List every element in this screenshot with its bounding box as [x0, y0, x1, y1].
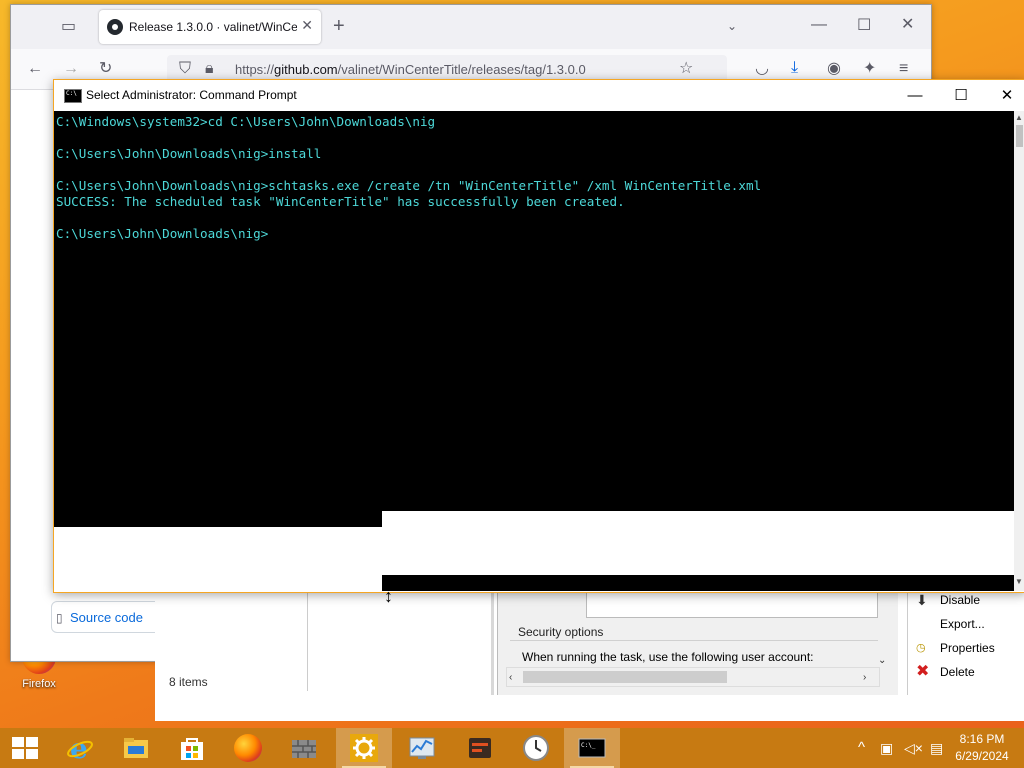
taskbar-app-performance-monitor[interactable] [394, 728, 450, 768]
items-count: 8 items [169, 675, 208, 689]
scroll-down-icon[interactable]: ▼ [1015, 577, 1023, 586]
network-icon[interactable]: ▣ [880, 728, 893, 768]
taskbar-app-store[interactable] [164, 728, 220, 768]
chevron-down-icon[interactable]: ⌄ [727, 18, 737, 34]
scroll-up-icon[interactable]: ▲ [1015, 113, 1023, 122]
console-area[interactable]: C:\Windows\system32>cd C:\Users\John\Dow… [54, 111, 1014, 591]
pocket-icon[interactable]: ◡ [755, 61, 769, 77]
maximize-icon[interactable]: ☐ [857, 18, 871, 34]
action-label: Delete [940, 665, 975, 679]
desktop-icon-label: Firefox [22, 678, 56, 690]
folder-icon [124, 738, 148, 758]
resize-cursor-icon: ↕ [384, 586, 393, 606]
action-export[interactable]: Export... [916, 615, 1024, 637]
close-icon[interactable]: ✕ [901, 17, 914, 33]
close-tab-icon[interactable]: ✕ [301, 17, 313, 34]
properties-icon: ◷ [916, 642, 926, 654]
console-output: C:\Windows\system32>cd C:\Users\John\Dow… [56, 114, 762, 241]
windows-logo-icon [12, 737, 38, 759]
extensions-icon[interactable]: ✦ [863, 61, 876, 77]
action-label: Properties [940, 641, 995, 655]
scroll-left-icon[interactable]: ‹ [509, 670, 512, 686]
divider [510, 640, 878, 641]
taskbar-app-file-explorer[interactable] [108, 728, 164, 768]
firefox-icon [234, 734, 262, 762]
horizontal-scrollbar[interactable]: ‹ › [506, 667, 880, 687]
tab-bar: ▭ Release 1.3.0.0 · valinet/WinCenterTit… [11, 5, 931, 49]
run-as-label: When running the task, use the following… [522, 650, 814, 664]
taskbar-app-settings[interactable] [336, 728, 392, 768]
github-icon [107, 19, 123, 35]
bookmark-star-icon[interactable]: ☆ [679, 61, 693, 77]
minimize-button[interactable]: — [892, 80, 938, 111]
scrollbar-thumb[interactable] [1016, 125, 1023, 147]
lock-icon[interactable]: 🔒︎ [205, 61, 214, 77]
clock-date: 6/29/2024 [955, 749, 1009, 763]
task-scheduler-window: 8 items Security options When running th… [155, 590, 1024, 721]
tab-title: Release 1.3.0.0 · valinet/WinCenterTitle [129, 20, 297, 34]
new-tab-icon[interactable]: + [333, 16, 345, 36]
store-icon [181, 738, 203, 760]
taskbar: e C:\_ ^ ▣ ◁× ▤ 8:16 PM 6/29/2024 [0, 728, 1024, 768]
terminal-app-icon [469, 738, 491, 758]
actions-panel: ⬇ Disable Export... ◷ Properties ✖ Delet… [907, 591, 1024, 695]
tab-list-icon[interactable]: ▭ [61, 19, 76, 35]
render-artifact [382, 511, 1014, 575]
account-icon[interactable]: ◉ [827, 61, 841, 77]
delete-x-icon: ✖ [916, 663, 930, 680]
vertical-scrollbar[interactable]: ▲ ▼ [1014, 111, 1024, 591]
action-delete[interactable]: ✖ Delete [916, 663, 1024, 685]
shield-icon[interactable]: ⛉ [179, 61, 191, 77]
command-prompt-window[interactable]: Select Administrator: Command Prompt — ☐… [53, 79, 1024, 593]
forward-icon[interactable]: → [63, 61, 79, 77]
performance-monitor-icon [409, 737, 435, 759]
internet-explorer-icon: e [67, 734, 93, 762]
svg-text:C:\_: C:\_ [581, 742, 596, 749]
title-bar[interactable]: Select Administrator: Command Prompt — ☐… [54, 80, 1024, 111]
taskbar-app-internet-explorer[interactable]: e [52, 728, 108, 768]
gear-icon [350, 734, 378, 762]
scroll-right-icon[interactable]: › [863, 670, 866, 686]
taskbar-app-task-scheduler[interactable] [508, 728, 564, 768]
command-prompt-icon: C:\_ [578, 738, 606, 758]
taskbar-app-terminal[interactable] [452, 728, 508, 768]
window-title: Select Administrator: Command Prompt [86, 88, 297, 102]
command-prompt-icon [64, 89, 82, 103]
clock[interactable]: 8:16 PM 6/29/2024 [952, 731, 1012, 765]
taskbar-app-firewall[interactable] [276, 728, 332, 768]
firewall-icon [292, 740, 316, 758]
clock-icon [523, 735, 549, 761]
action-disable[interactable]: ⬇ Disable [916, 591, 1024, 613]
url-text: https://github.com/valinet/WinCenterTitl… [235, 62, 586, 77]
source-code-label: Source code [70, 610, 143, 625]
action-center-icon[interactable]: ▤ [930, 728, 943, 768]
show-hidden-icons-icon[interactable]: ^ [858, 728, 865, 768]
volume-muted-icon[interactable]: ◁× [904, 728, 923, 768]
security-options-heading: Security options [518, 625, 604, 639]
task-list-panel: 8 items [155, 591, 308, 691]
task-properties-panel [311, 591, 494, 695]
action-label: Export... [940, 617, 985, 631]
maximize-button[interactable]: ☐ [938, 80, 984, 111]
taskbar-app-firefox[interactable] [220, 728, 276, 768]
taskbar-app-command-prompt[interactable]: C:\_ [564, 728, 620, 768]
render-artifact [54, 527, 382, 591]
start-button[interactable] [0, 728, 50, 768]
description-field[interactable] [586, 591, 878, 618]
task-general-tab: Security options When running the task, … [497, 591, 898, 695]
action-label: Disable [940, 593, 981, 607]
source-code-button[interactable]: ▯ Source code [51, 601, 163, 633]
clock-time: 8:16 PM [959, 732, 1005, 746]
scrollbar-thumb[interactable] [523, 671, 727, 683]
menu-icon[interactable]: ≡ [899, 61, 908, 77]
close-button[interactable]: ✕ [984, 80, 1024, 111]
zip-file-icon: ▯ [56, 611, 63, 625]
down-arrow-icon: ⬇ [916, 592, 928, 608]
action-properties[interactable]: ◷ Properties [916, 639, 1024, 661]
browser-tab[interactable]: Release 1.3.0.0 · valinet/WinCenterTitle… [99, 10, 321, 44]
back-icon[interactable]: ← [27, 61, 43, 77]
downloads-icon[interactable]: ⤓ [791, 60, 798, 76]
minimize-icon[interactable]: — [811, 17, 827, 33]
reload-icon[interactable]: ↻ [99, 61, 112, 77]
